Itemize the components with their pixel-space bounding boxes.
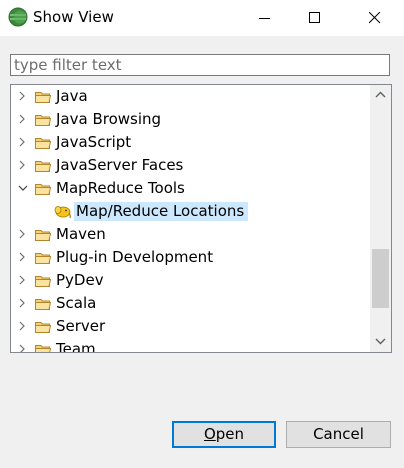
folder-icon bbox=[35, 299, 51, 310]
chevron-down-icon[interactable] bbox=[18, 183, 28, 193]
folder-icon bbox=[35, 92, 51, 103]
tree-item-map-reduce-locations[interactable]: Map/Reduce Locations bbox=[11, 200, 369, 223]
window-title: Show View bbox=[33, 8, 114, 26]
tree-item-label: Team bbox=[56, 340, 96, 353]
tree-item-label: JavaServer Faces bbox=[56, 156, 184, 174]
close-icon bbox=[369, 12, 381, 24]
tree-item-label: Server bbox=[56, 317, 106, 335]
folder-icon bbox=[35, 322, 51, 333]
tree-item-label: PyDev bbox=[56, 271, 104, 289]
view-tree[interactable]: Java Java Browsing JavaScript JavaServer… bbox=[10, 84, 392, 353]
elephant-plugin-icon bbox=[54, 206, 71, 219]
tree-item-label: Maven bbox=[56, 225, 106, 243]
tree-item-label: Scala bbox=[56, 294, 97, 312]
chevron-right-icon[interactable] bbox=[18, 344, 26, 353]
folder-icon bbox=[35, 345, 51, 352]
scroll-down-button[interactable] bbox=[370, 332, 391, 352]
folder-icon bbox=[35, 230, 51, 241]
minimize-button[interactable] bbox=[242, 0, 288, 36]
chevron-right-icon[interactable] bbox=[18, 160, 26, 170]
tree-item-server[interactable]: Server bbox=[11, 315, 369, 338]
scroll-thumb[interactable] bbox=[372, 249, 389, 308]
folder-icon bbox=[35, 253, 51, 264]
chevron-right-icon[interactable] bbox=[18, 298, 26, 308]
chevron-right-icon[interactable] bbox=[18, 321, 26, 331]
tree-item-javascript[interactable]: JavaScript bbox=[11, 131, 369, 154]
tree-item-javaserver-faces[interactable]: JavaServer Faces bbox=[11, 154, 369, 177]
tree-item-label: Map/Reduce Locations bbox=[74, 202, 249, 221]
folder-icon bbox=[35, 276, 51, 287]
open-button[interactable]: Open bbox=[172, 421, 276, 448]
folder-icon bbox=[35, 184, 51, 195]
maximize-icon bbox=[309, 12, 320, 23]
tree-item-label: Plug-in Development bbox=[56, 248, 214, 266]
tree-item-mapreduce-tools[interactable]: MapReduce Tools bbox=[11, 177, 369, 200]
filter-input[interactable] bbox=[10, 54, 390, 76]
tree-item-label: JavaScript bbox=[56, 133, 132, 151]
scroll-up-button[interactable] bbox=[370, 85, 391, 105]
open-mnemonic: O bbox=[203, 425, 216, 443]
chevron-down-icon bbox=[375, 338, 386, 345]
tree-item-pydev[interactable]: PyDev bbox=[11, 269, 369, 292]
chevron-up-icon bbox=[375, 91, 386, 98]
close-button[interactable] bbox=[352, 0, 398, 36]
tree-item-label: Java bbox=[56, 87, 88, 105]
maximize-button[interactable] bbox=[292, 0, 338, 36]
title-bar: Show View bbox=[0, 0, 404, 36]
minimize-icon bbox=[259, 18, 270, 19]
tree-item-scala[interactable]: Scala bbox=[11, 292, 369, 315]
tree-item-java-browsing[interactable]: Java Browsing bbox=[11, 108, 369, 131]
chevron-right-icon[interactable] bbox=[18, 91, 26, 101]
tree-item-label: Java Browsing bbox=[56, 110, 162, 128]
folder-icon bbox=[35, 115, 51, 126]
vertical-scrollbar[interactable] bbox=[370, 85, 391, 352]
tree-item-java[interactable]: Java bbox=[11, 85, 369, 108]
chevron-right-icon[interactable] bbox=[18, 137, 26, 147]
tree-item-team[interactable]: Team bbox=[11, 338, 369, 353]
open-label-rest: pen bbox=[215, 425, 245, 443]
chevron-right-icon[interactable] bbox=[18, 229, 26, 239]
tree-item-maven[interactable]: Maven bbox=[11, 223, 369, 246]
chevron-right-icon[interactable] bbox=[18, 252, 26, 262]
tree-item-label: MapReduce Tools bbox=[56, 179, 185, 197]
cancel-button[interactable]: Cancel bbox=[286, 421, 391, 448]
tree-item-plug-in-development[interactable]: Plug-in Development bbox=[11, 246, 369, 269]
chevron-right-icon[interactable] bbox=[18, 275, 26, 285]
eclipse-icon bbox=[8, 7, 28, 27]
folder-icon bbox=[35, 138, 51, 149]
chevron-right-icon[interactable] bbox=[18, 114, 26, 124]
folder-icon bbox=[35, 161, 51, 172]
